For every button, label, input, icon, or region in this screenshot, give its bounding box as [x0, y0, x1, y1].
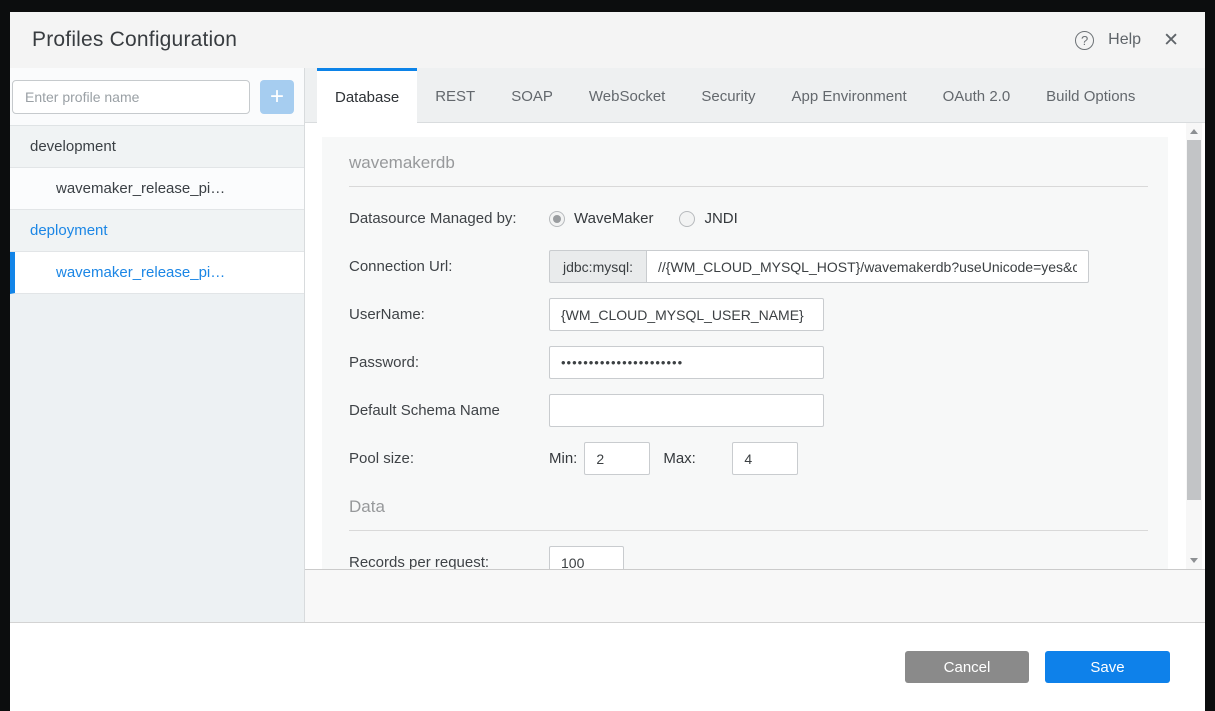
sidebar-item-label: deployment [30, 222, 108, 239]
section-divider [349, 186, 1148, 187]
sidebar-item-deployment[interactable]: deployment [10, 210, 304, 252]
records-input[interactable] [549, 546, 624, 569]
database-form: wavemakerdb Datasource Managed by: WaveM… [322, 137, 1168, 569]
jdbc-prefix-addon: jdbc:mysql: [549, 250, 646, 283]
schema-label: Default Schema Name [349, 402, 549, 419]
tab-database[interactable]: Database [317, 68, 417, 123]
sidebar-item-deployment-profile-selected[interactable]: wavemaker_release_pi… [10, 252, 304, 294]
tab-bar: Database REST SOAP WebSocket Security Ap… [305, 68, 1205, 123]
pool-max-input[interactable] [732, 442, 798, 475]
pool-min-input[interactable] [584, 442, 650, 475]
pool-size-group: Min: Max: [549, 442, 798, 475]
connection-url-group: jdbc:mysql: [549, 250, 1089, 283]
db-section-title: wavemakerdb [349, 153, 1148, 173]
radio-selected-icon [549, 211, 565, 227]
close-icon[interactable]: ✕ [1163, 31, 1179, 50]
profiles-sidebar: + development wavemaker_release_pi… depl… [10, 68, 305, 622]
username-row: UserName: [349, 298, 1148, 331]
vertical-scrollbar[interactable] [1186, 123, 1202, 569]
schema-row: Default Schema Name [349, 394, 1148, 427]
add-profile-button[interactable]: + [260, 80, 294, 114]
pool-size-label: Pool size: [349, 450, 549, 467]
tab-oauth[interactable]: OAuth 2.0 [925, 68, 1029, 122]
save-button[interactable]: Save [1045, 651, 1170, 683]
connection-url-row: Connection Url: jdbc:mysql: [349, 250, 1148, 283]
section-divider [349, 530, 1148, 531]
connection-url-label: Connection Url: [349, 258, 549, 275]
arrow-down-icon [1190, 558, 1198, 563]
username-label: UserName: [349, 306, 549, 323]
database-tab-panel: wavemakerdb Datasource Managed by: WaveM… [305, 123, 1205, 569]
connection-url-input[interactable] [646, 250, 1089, 283]
records-row: Records per request: [349, 546, 1148, 569]
data-section-title: Data [349, 497, 1148, 517]
password-label: Password: [349, 354, 549, 371]
radio-jndi-label: JNDI [704, 210, 737, 227]
tab-websocket[interactable]: WebSocket [571, 68, 683, 122]
username-input[interactable] [549, 298, 824, 331]
tab-soap[interactable]: SOAP [493, 68, 571, 122]
tab-panel-footer-space [305, 569, 1205, 622]
pool-max-label: Max: [663, 450, 725, 467]
cancel-button[interactable]: Cancel [905, 651, 1029, 683]
profile-add-row: + [10, 68, 304, 126]
datasource-row: Datasource Managed by: WaveMaker JNDI [349, 202, 1148, 235]
scroll-down-button[interactable] [1186, 553, 1202, 567]
sidebar-item-label: development [30, 138, 116, 155]
pool-size-row: Pool size: Min: Max: [349, 442, 1148, 475]
dialog-body: + development wavemaker_release_pi… depl… [10, 68, 1205, 623]
scrollbar-thumb[interactable] [1187, 140, 1201, 500]
sidebar-item-label: wavemaker_release_pi… [56, 264, 225, 281]
arrow-up-icon [1190, 129, 1198, 134]
schema-input[interactable] [549, 394, 824, 427]
radio-wavemaker-label: WaveMaker [574, 210, 653, 227]
help-link[interactable]: Help [1108, 31, 1141, 49]
scroll-up-button[interactable] [1186, 124, 1202, 138]
tab-build-options[interactable]: Build Options [1028, 68, 1153, 122]
tab-rest[interactable]: REST [417, 68, 493, 122]
sidebar-item-label: wavemaker_release_pi… [56, 180, 225, 197]
radio-wavemaker[interactable]: WaveMaker [549, 210, 653, 227]
profile-name-input[interactable] [12, 80, 250, 114]
profile-list: development wavemaker_release_pi… deploy… [10, 126, 304, 294]
content-column: Database REST SOAP WebSocket Security Ap… [305, 68, 1205, 622]
tab-security[interactable]: Security [683, 68, 773, 122]
tab-app-environment[interactable]: App Environment [774, 68, 925, 122]
dialog-header: Profiles Configuration ? Help ✕ [10, 12, 1205, 68]
sidebar-item-development-profile[interactable]: wavemaker_release_pi… [10, 168, 304, 210]
radio-jndi[interactable]: JNDI [679, 210, 737, 227]
dialog-footer: Cancel Save [10, 623, 1205, 711]
password-row: Password: [349, 346, 1148, 379]
pool-min-label: Min: [549, 450, 577, 467]
password-input[interactable] [549, 346, 824, 379]
radio-unselected-icon [679, 211, 695, 227]
help-icon[interactable]: ? [1075, 31, 1094, 50]
header-actions: ? Help ✕ [1075, 31, 1179, 50]
datasource-radio-group: WaveMaker JNDI [549, 210, 738, 227]
records-label: Records per request: [349, 554, 549, 569]
sidebar-item-development[interactable]: development [10, 126, 304, 168]
profiles-configuration-dialog: Profiles Configuration ? Help ✕ + develo… [10, 12, 1205, 711]
datasource-label: Datasource Managed by: [349, 210, 549, 227]
page-title: Profiles Configuration [32, 28, 237, 52]
